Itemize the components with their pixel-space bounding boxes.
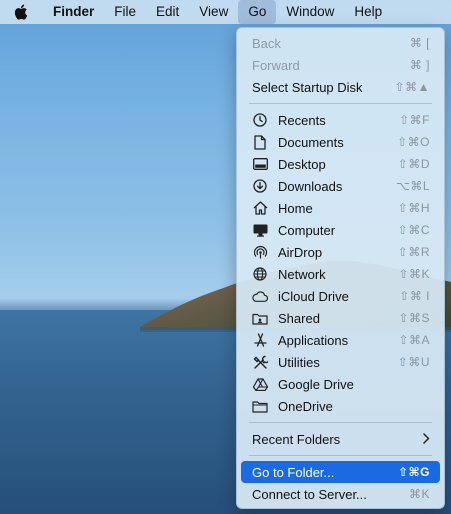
document-icon [252,134,268,150]
menu-item-select-startup-disk[interactable]: Select Startup Disk ⇧⌘▲ [241,76,440,98]
menu-separator [249,422,432,423]
menu-item-shortcut: ⌘ ] [409,58,430,72]
home-icon [252,200,268,216]
computer-icon [252,222,268,238]
menu-item-label: Select Startup Disk [252,79,363,95]
menu-item-label: AirDrop [278,244,323,260]
menu-item-shortcut: ⇧⌘D [397,157,430,171]
desktop-icon [252,156,268,172]
menu-item-applications[interactable]: Applications ⇧⌘A [241,329,440,351]
menu-item-label: Back [252,35,281,51]
menu-item-label: OneDrive [278,398,333,414]
menu-item-shortcut: ⇧⌘O [397,135,430,149]
menu-item-shortcut: ⇧⌘F [399,113,430,127]
menu-item-shortcut: ⌘ [ [409,36,430,50]
menu-item-label: Computer [278,222,336,238]
menu-item-shortcut: ⇧⌘K [398,267,430,281]
menu-bar: Finder File Edit View Go Window Help [0,0,451,24]
menu-item-label: Utilities [278,354,320,370]
menu-item-label: Go to Folder... [252,464,335,480]
menu-item-label: Forward [252,57,300,73]
menu-item-shortcut: ⇧⌘U [397,355,430,369]
apple-logo-icon[interactable] [0,0,42,24]
menu-item-shortcut: ⇧⌘C [397,223,430,237]
menu-file[interactable]: File [104,0,146,24]
menu-item-shortcut: ⇧⌘R [397,245,430,259]
menu-item-recent-folders[interactable]: Recent Folders [241,428,440,450]
menu-item-computer[interactable]: Computer ⇧⌘C [241,219,440,241]
menu-item-recents[interactable]: Recents ⇧⌘F [241,109,440,131]
menu-item-airdrop[interactable]: AirDrop ⇧⌘R [241,241,440,263]
menu-item-shortcut: ⇧⌘▲ [394,80,430,94]
menu-item-label: Recent Folders [252,431,341,447]
menu-item-network[interactable]: Network ⇧⌘K [241,263,440,285]
menu-item-label: Google Drive [278,376,354,392]
google-drive-icon [252,376,268,392]
menu-item-onedrive[interactable]: OneDrive [241,395,440,417]
menu-item-label: Network [278,266,326,282]
menu-item-desktop[interactable]: Desktop ⇧⌘D [241,153,440,175]
menu-help[interactable]: Help [344,0,392,24]
utilities-icon [252,354,268,370]
menu-separator [249,103,432,104]
menu-item-google-drive[interactable]: Google Drive [241,373,440,395]
menu-edit[interactable]: Edit [146,0,189,24]
menu-finder[interactable]: Finder [42,0,104,24]
menu-item-downloads[interactable]: Downloads ⌥⌘L [241,175,440,197]
menu-item-home[interactable]: Home ⇧⌘H [241,197,440,219]
menu-item-shortcut: ⌥⌘L [395,179,430,193]
shared-folder-icon [252,310,268,326]
menu-item-back[interactable]: Back ⌘ [ [241,32,440,54]
menu-item-shortcut: ⌘K [408,487,430,501]
menu-item-shortcut: ⇧⌘ I [399,289,430,303]
menu-item-label: Connect to Server... [252,486,367,502]
menu-item-shortcut: ⇧⌘G [397,465,430,479]
menu-item-label: Home [278,200,313,216]
go-menu-dropdown: Back ⌘ [ Forward ⌘ ] Select Startup Disk… [236,27,445,509]
menu-item-shortcut: ⇧⌘H [397,201,430,215]
menu-item-label: Applications [278,332,349,348]
download-icon [252,178,268,194]
menu-item-label: iCloud Drive [278,288,349,304]
menu-window[interactable]: Window [276,0,344,24]
chevron-right-icon [422,431,430,447]
applications-icon [252,332,268,348]
menu-item-label: Downloads [278,178,343,194]
menu-item-label: Desktop [278,156,326,172]
menu-item-documents[interactable]: Documents ⇧⌘O [241,131,440,153]
menu-item-shared[interactable]: Shared ⇧⌘S [241,307,440,329]
menu-go[interactable]: Go [238,0,277,24]
menu-item-label: Documents [278,134,344,150]
menu-view[interactable]: View [189,0,238,24]
menu-item-shortcut: ⇧⌘S [398,311,430,325]
airdrop-icon [252,244,268,260]
cloud-icon [252,288,268,304]
clock-icon [252,112,268,128]
menu-item-label: Shared [278,310,320,326]
menu-item-shortcut: ⇧⌘A [398,333,430,347]
menu-item-go-to-folder[interactable]: Go to Folder... ⇧⌘G [241,461,440,483]
folder-icon [252,398,268,414]
menu-item-forward[interactable]: Forward ⌘ ] [241,54,440,76]
menu-item-label: Recents [278,112,326,128]
menu-item-connect-to-server[interactable]: Connect to Server... ⌘K [241,483,440,505]
globe-icon [252,266,268,282]
menu-separator [249,455,432,456]
menu-item-utilities[interactable]: Utilities ⇧⌘U [241,351,440,373]
menu-item-icloud-drive[interactable]: iCloud Drive ⇧⌘ I [241,285,440,307]
